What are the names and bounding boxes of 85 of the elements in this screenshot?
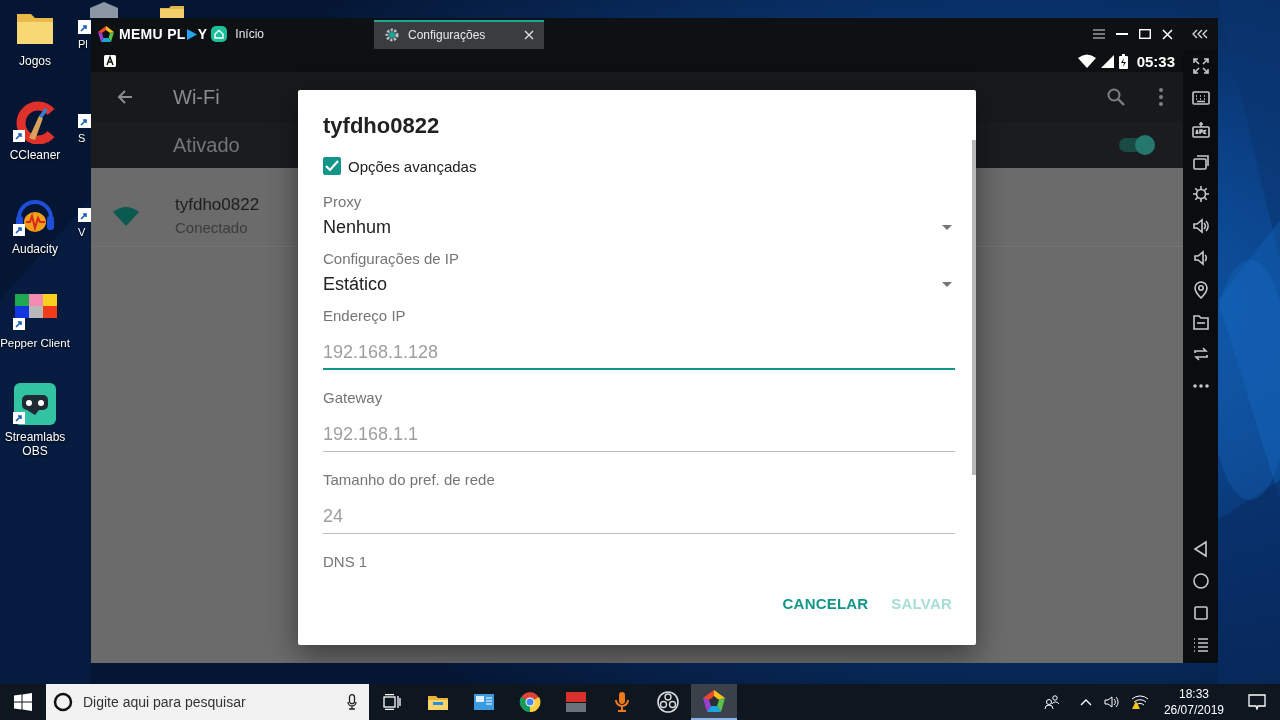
app-icon	[564, 690, 588, 714]
icon-label: V	[78, 226, 87, 239]
caret-icon	[942, 224, 952, 230]
back-arrow-icon[interactable]	[117, 89, 133, 105]
clock-date: 26/07/2019	[1163, 702, 1224, 718]
field-label: Proxy	[323, 192, 363, 212]
notification-icon[interactable]	[1248, 694, 1266, 710]
caret-icon	[942, 281, 952, 287]
close-icon[interactable]	[524, 30, 534, 40]
back-icon[interactable]	[1191, 540, 1210, 558]
windows-icon[interactable]	[1191, 153, 1210, 171]
tab[interactable]: Configurações	[374, 19, 544, 49]
brand-logo: MEMU PL Y	[119, 26, 208, 42]
input-field[interactable]: 192.168.1.1	[323, 418, 955, 452]
home-icon[interactable]	[1191, 572, 1210, 590]
logo-icon	[97, 25, 115, 43]
checkbox-label: Opções avançadas	[348, 157, 477, 175]
search-icon[interactable]	[1107, 88, 1125, 106]
home-icon	[211, 26, 228, 42]
wifi-warning-icon[interactable]	[1131, 695, 1148, 709]
people-icon[interactable]	[1043, 695, 1060, 709]
windows-logo-icon[interactable]	[14, 693, 32, 711]
input-field[interactable]: 24	[323, 500, 955, 534]
app-icon[interactable]	[13, 100, 57, 144]
wifi-icon	[113, 206, 139, 226]
dropdown[interactable]: Estático	[323, 272, 955, 296]
taskbar-button[interactable]	[691, 684, 737, 720]
collapse-icon[interactable]	[1192, 29, 1208, 39]
dialog-button[interactable]: CANCELAR	[774, 585, 877, 622]
checkbox[interactable]	[323, 157, 341, 175]
screen-title: Wi-Fi	[173, 85, 220, 109]
settings-icon	[384, 27, 400, 43]
network-name: tyfdho0822	[175, 194, 260, 216]
app-icon	[702, 689, 726, 713]
list-icon[interactable]	[1191, 636, 1210, 654]
dialog-title: tyfdho0822	[323, 112, 441, 140]
clock-time: 18:33	[1178, 686, 1209, 702]
recents-icon[interactable]	[1191, 604, 1210, 622]
chevron-up-icon[interactable]	[1079, 698, 1092, 706]
notification-icon	[104, 55, 116, 67]
field-label: Gateway	[323, 388, 384, 408]
field-label: Tamanho do pref. de rede	[323, 470, 496, 490]
app-icon[interactable]	[78, 208, 91, 222]
circle-icon	[53, 692, 73, 712]
wifi-icon	[1077, 54, 1096, 68]
icon-label: Audacity	[12, 242, 58, 256]
switch-label: Ativado	[173, 133, 240, 157]
settings-icon[interactable]	[1191, 185, 1210, 203]
volume-down-icon[interactable]	[1191, 249, 1210, 267]
maximize-icon[interactable]	[1139, 29, 1151, 39]
app-icon[interactable]	[78, 20, 91, 34]
microphone-icon[interactable]	[347, 694, 357, 710]
icon-label: Jogos	[19, 54, 51, 68]
volume-up-icon[interactable]	[1191, 217, 1210, 235]
menu-icon[interactable]	[1093, 29, 1105, 39]
icon-label: CCleaner	[9, 148, 61, 162]
clock: 05:33	[1136, 52, 1175, 70]
fullscreen-icon[interactable]	[1191, 57, 1210, 75]
volume-icon[interactable]	[1103, 695, 1120, 709]
app-icon	[656, 690, 680, 714]
toggle-switch[interactable]	[1119, 135, 1155, 155]
icon-label: Streamlabs OBS	[3, 430, 67, 458]
app-icon[interactable]	[78, 114, 91, 128]
icon-label: Pl	[78, 38, 89, 51]
input-field[interactable]: 192.168.1.128	[323, 336, 955, 370]
apk-icon[interactable]	[1191, 121, 1210, 139]
search-bar[interactable]: Digite aqui para pesquisar	[46, 684, 369, 720]
icon-label: Pepper Client	[0, 336, 70, 350]
tab[interactable]: Início	[207, 19, 268, 49]
field-label: Configurações de IP	[323, 249, 460, 269]
icon-label: S	[78, 132, 87, 145]
battery-icon	[1118, 53, 1128, 69]
signal-icon	[1100, 54, 1114, 68]
app-icon[interactable]	[13, 382, 57, 426]
field-label: Endereço IP	[323, 306, 407, 326]
folder-icon[interactable]	[1191, 313, 1210, 331]
keyboard-icon[interactable]	[1191, 89, 1210, 107]
browser-icon	[518, 690, 542, 714]
field-label: DNS 1	[323, 552, 369, 572]
rotate-icon[interactable]	[1191, 345, 1210, 363]
search-field[interactable]: Digite aqui para pesquisar	[83, 694, 347, 710]
dropdown[interactable]: Nenhum	[323, 215, 955, 239]
task-view-icon[interactable]	[383, 694, 401, 710]
location-icon[interactable]	[1191, 281, 1210, 299]
scrollbar[interactable]	[972, 140, 976, 475]
